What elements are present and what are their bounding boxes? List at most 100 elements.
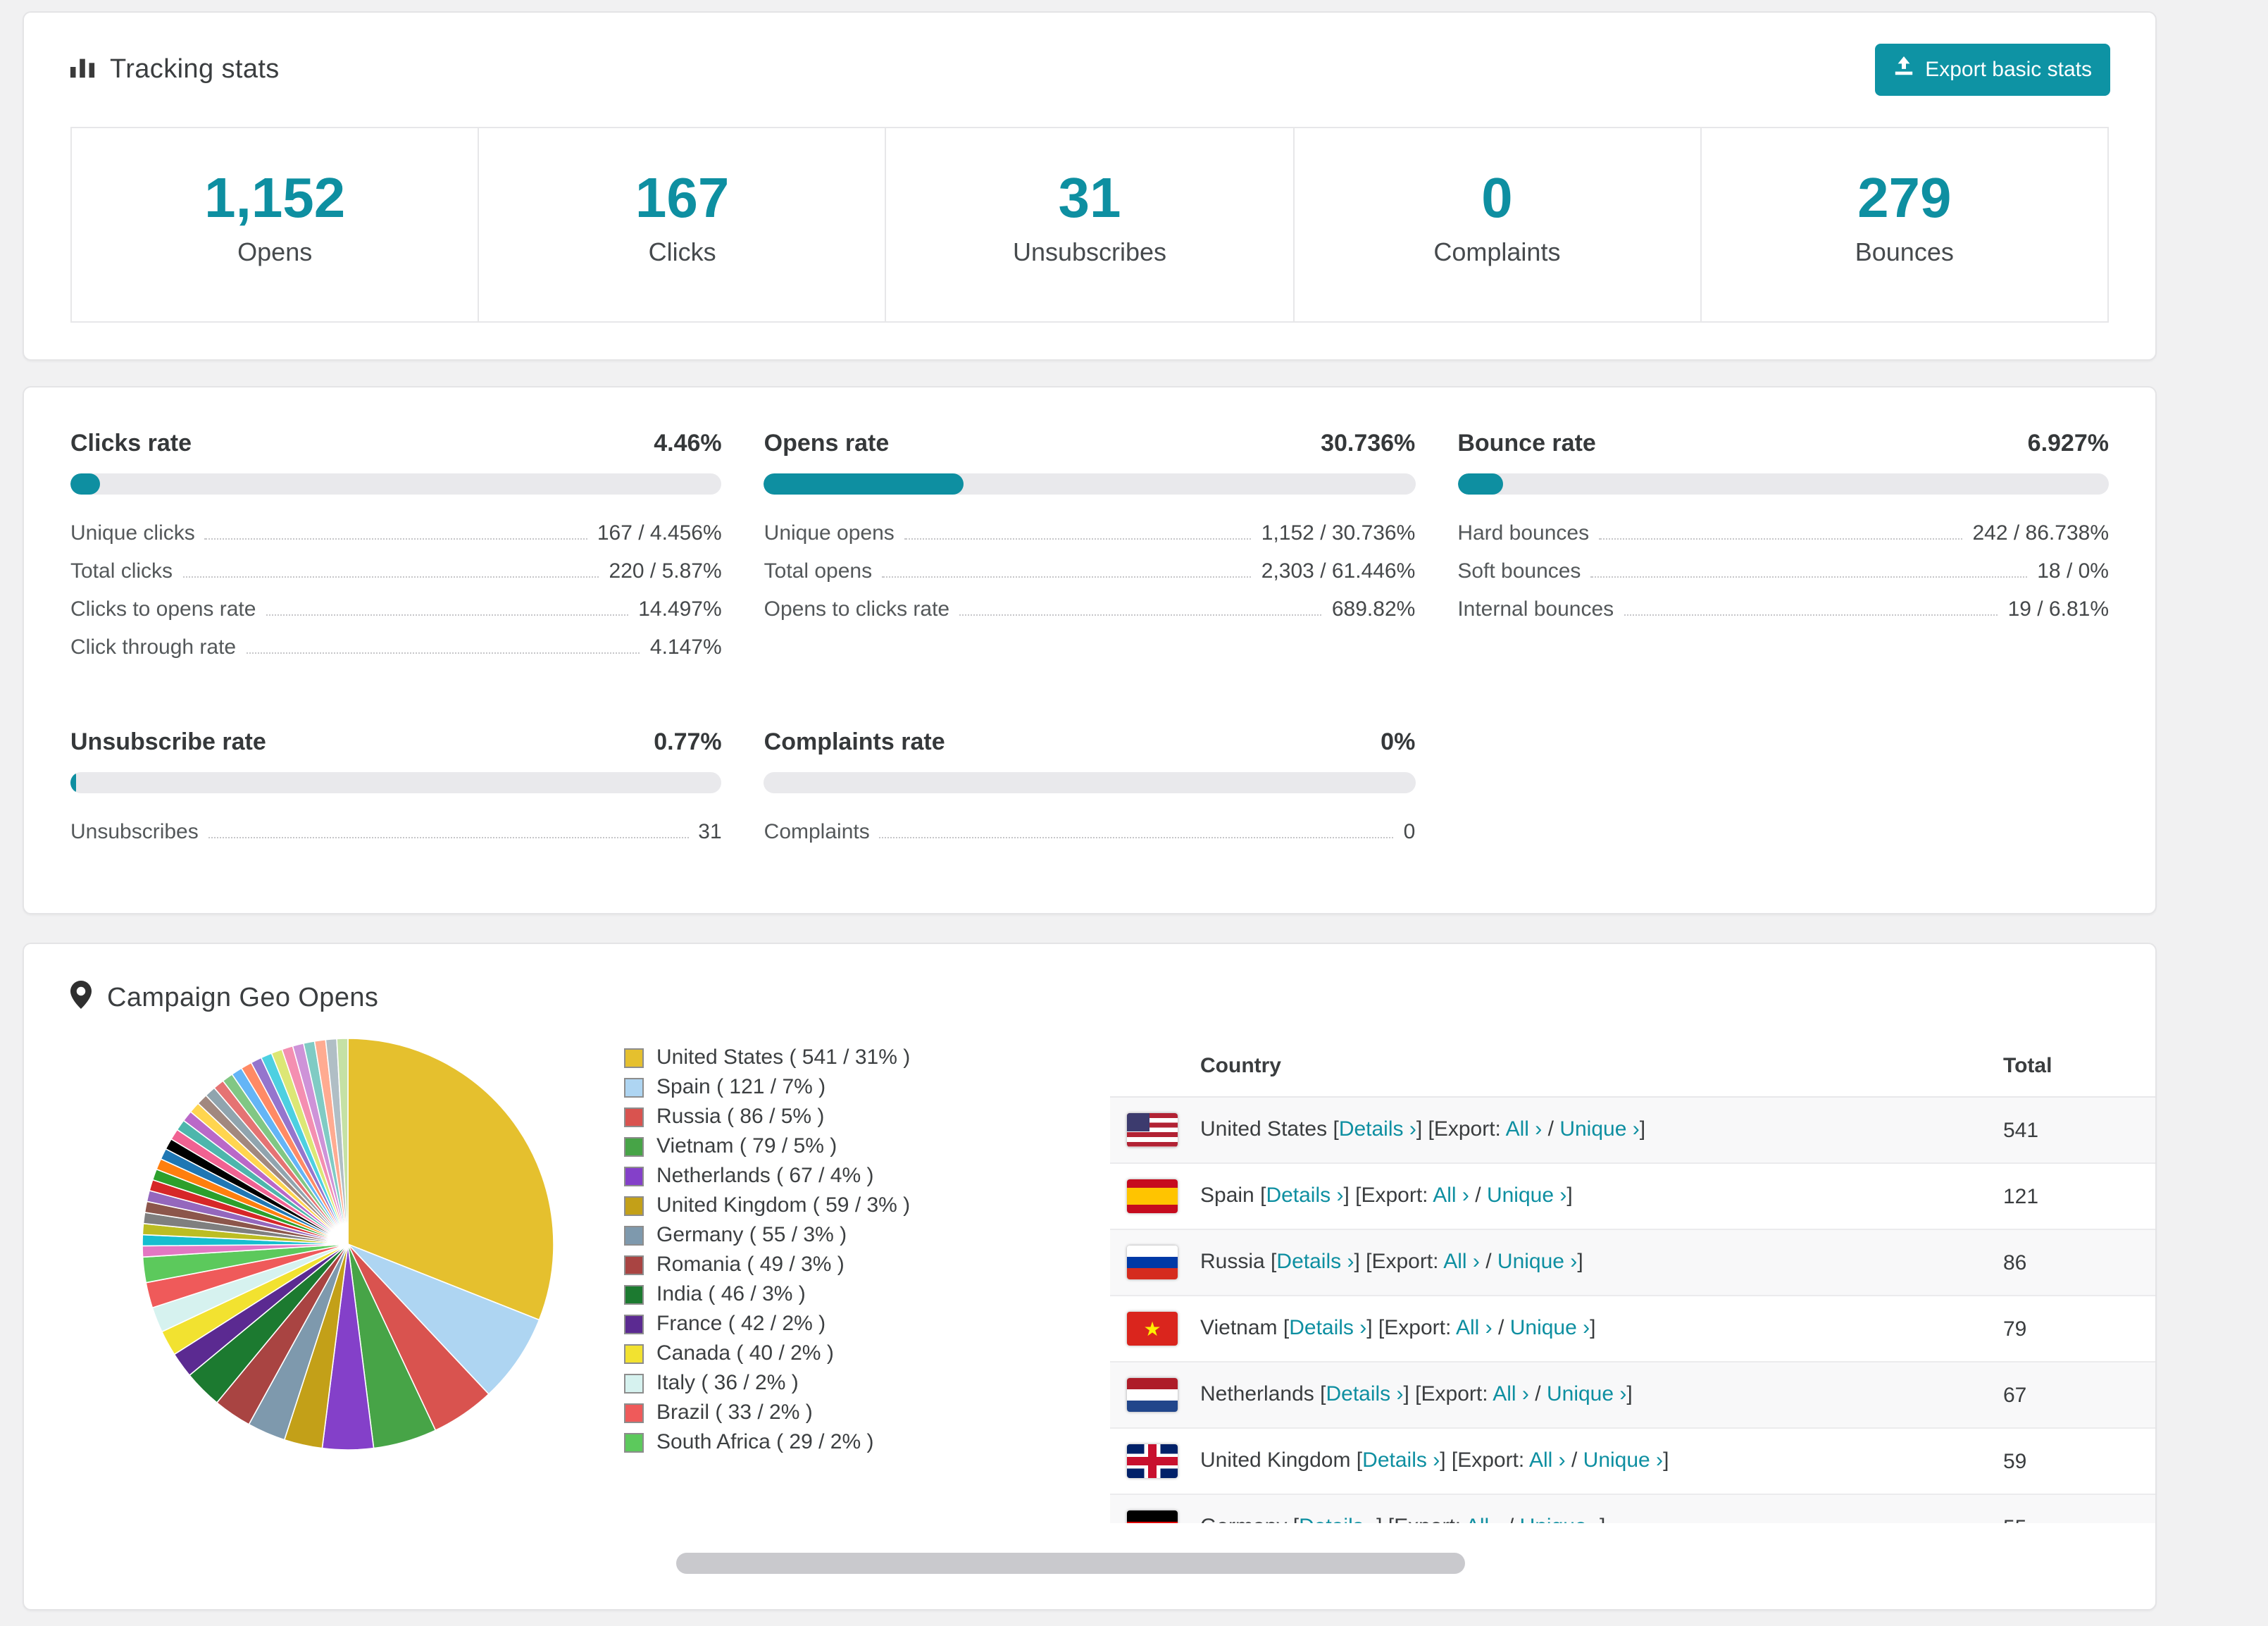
rate-progress-fill bbox=[1457, 473, 1503, 495]
rate-progress-track bbox=[764, 473, 1416, 495]
dotted-leader bbox=[1599, 538, 1963, 540]
rate-title: Clicks rate bbox=[70, 430, 192, 457]
export-all-link[interactable]: All › bbox=[1506, 1117, 1543, 1141]
legend-item: Canada ( 40 / 2% ) bbox=[624, 1343, 1110, 1364]
details-link[interactable]: Details › bbox=[1276, 1250, 1354, 1274]
stat-label: Bounces bbox=[1855, 238, 1954, 266]
stat-value: 19 / 6.81% bbox=[2007, 597, 2109, 621]
rate-stat-row: Clicks to opens rate 14.497% bbox=[70, 590, 722, 628]
dotted-leader bbox=[266, 614, 629, 616]
stat-value: 0 bbox=[1403, 820, 1416, 844]
pie-chart-legend: United States ( 541 / 31% ) Spain ( 121 /… bbox=[624, 1047, 1110, 1523]
export-all-link[interactable]: All › bbox=[1529, 1448, 1566, 1472]
details-link[interactable]: Details › bbox=[1362, 1448, 1440, 1472]
dotted-leader bbox=[959, 614, 1322, 616]
rate-stat-row: Unique clicks 167 / 4.456% bbox=[70, 514, 722, 552]
rate-block-complaints: Complaints rate 0% Complaints 0 bbox=[764, 728, 1416, 851]
rate-progress-fill bbox=[70, 473, 100, 495]
rate-stat-row: Unique opens 1,152 / 30.736% bbox=[764, 514, 1416, 552]
stat-label: Unsubscribes bbox=[1012, 238, 1167, 266]
rate-value: 4.46% bbox=[654, 430, 722, 457]
details-link[interactable]: Details › bbox=[1266, 1184, 1343, 1208]
dotted-leader bbox=[204, 538, 587, 540]
rate-stat-row: Click through rate 4.147% bbox=[70, 628, 722, 666]
stat-value: 167 / 4.456% bbox=[597, 521, 722, 545]
dotted-leader bbox=[182, 576, 599, 578]
rate-block-unsubscribe: Unsubscribe rate 0.77% Unsubscribes 31 bbox=[70, 728, 722, 851]
export-unique-link[interactable]: Unique › bbox=[1497, 1250, 1577, 1274]
export-basic-stats-button[interactable]: Export basic stats bbox=[1874, 44, 2110, 96]
rate-block-bounces: Bounce rate 6.927% Hard bounces 242 / 86.… bbox=[1457, 430, 2109, 666]
flag-es-icon bbox=[1127, 1179, 1178, 1213]
page-title: Tracking stats bbox=[110, 54, 280, 84]
export-all-link[interactable]: All › bbox=[1466, 1515, 1502, 1523]
export-all-link[interactable]: All › bbox=[1443, 1250, 1480, 1274]
export-unique-link[interactable]: Unique › bbox=[1559, 1117, 1639, 1141]
rate-progress-track bbox=[764, 772, 1416, 793]
country-name: Spain bbox=[1200, 1183, 1254, 1208]
export-unique-link[interactable]: Unique › bbox=[1547, 1382, 1626, 1406]
table-row: United States [Details ›] [Export: All ›… bbox=[1110, 1097, 2155, 1164]
stat-label: Click through rate bbox=[70, 635, 237, 659]
export-unique-link[interactable]: Unique › bbox=[1487, 1184, 1566, 1208]
dotted-leader bbox=[1590, 576, 2028, 578]
rate-title: Bounce rate bbox=[1457, 430, 1596, 457]
export-icon bbox=[1893, 56, 1914, 83]
details-link[interactable]: Details › bbox=[1289, 1316, 1366, 1340]
legend-item: United States ( 541 / 31% ) bbox=[624, 1047, 1110, 1068]
legend-label: Brazil ( 33 / 2% ) bbox=[656, 1401, 813, 1425]
stat-label: Opens to clicks rate bbox=[764, 597, 950, 621]
table-header-row: Country Total bbox=[1110, 1036, 2155, 1098]
stat-label: Total opens bbox=[764, 559, 873, 583]
export-unique-link[interactable]: Unique › bbox=[1520, 1515, 1600, 1523]
geo-section-title: Campaign Geo Opens bbox=[107, 983, 379, 1012]
legend-label: Spain ( 121 / 7% ) bbox=[656, 1075, 826, 1099]
flag-nl-icon bbox=[1127, 1378, 1178, 1412]
stat-label: Unique clicks bbox=[70, 521, 195, 545]
country-total: 67 bbox=[1986, 1362, 2155, 1429]
legend-item: Russia ( 86 / 5% ) bbox=[624, 1106, 1110, 1127]
legend-item: Brazil ( 33 / 2% ) bbox=[624, 1402, 1110, 1423]
legend-swatch bbox=[624, 1284, 644, 1304]
legend-label: United Kingdom ( 59 / 3% ) bbox=[656, 1193, 911, 1217]
stat-label: Hard bounces bbox=[1457, 521, 1590, 545]
legend-swatch bbox=[624, 1403, 644, 1422]
rate-title: Unsubscribe rate bbox=[70, 728, 266, 755]
stat-value: 31 bbox=[698, 820, 722, 844]
stat-value: 31 bbox=[1058, 168, 1121, 230]
campaign-geo-opens-card: Campaign Geo Opens United States ( 541 /… bbox=[23, 943, 2157, 1611]
geo-table-container: Country Total United States [Details ›] … bbox=[1110, 1036, 2155, 1523]
export-all-link[interactable]: All › bbox=[1493, 1382, 1529, 1406]
flag-de-icon bbox=[1127, 1510, 1178, 1523]
rate-progress-track bbox=[1457, 473, 2109, 495]
rates-card: Clicks rate 4.46% Unique clicks 167 / 4.4… bbox=[23, 386, 2157, 914]
stat-label: Unsubscribes bbox=[70, 820, 199, 844]
horizontal-scrollbar-thumb[interactable] bbox=[676, 1553, 1465, 1574]
tracking-stats-header: Tracking stats Export basic stats bbox=[46, 32, 2133, 96]
rate-stat-row: Total clicks 220 / 5.87% bbox=[70, 552, 722, 590]
country-total: 59 bbox=[1986, 1428, 2155, 1495]
table-row: Netherlands [Details ›] [Export: All › /… bbox=[1110, 1362, 2155, 1429]
legend-item: United Kingdom ( 59 / 3% ) bbox=[624, 1195, 1110, 1216]
country-name: United Kingdom bbox=[1200, 1448, 1351, 1472]
legend-swatch bbox=[624, 1373, 644, 1393]
details-link[interactable]: Details › bbox=[1299, 1515, 1376, 1523]
export-all-link[interactable]: All › bbox=[1456, 1316, 1493, 1340]
stat-label: Total clicks bbox=[70, 559, 173, 583]
export-unique-link[interactable]: Unique › bbox=[1583, 1448, 1663, 1472]
details-link[interactable]: Details › bbox=[1326, 1382, 1403, 1406]
legend-swatch bbox=[624, 1166, 644, 1186]
legend-label: India ( 46 / 3% ) bbox=[656, 1282, 806, 1306]
country-name: United States bbox=[1200, 1117, 1328, 1141]
legend-label: Romania ( 49 / 3% ) bbox=[656, 1253, 845, 1277]
legend-label: Italy ( 36 / 2% ) bbox=[656, 1371, 799, 1395]
rate-block-opens: Opens rate 30.736% Unique opens 1,152 / 3… bbox=[764, 430, 1416, 666]
legend-label: Germany ( 55 / 3% ) bbox=[656, 1223, 847, 1247]
stat-box-complaints: 0 Complaints bbox=[1292, 127, 1702, 323]
export-all-link[interactable]: All › bbox=[1433, 1184, 1469, 1208]
stat-label: Complaints bbox=[1433, 238, 1561, 266]
legend-label: Vietnam ( 79 / 5% ) bbox=[656, 1134, 837, 1158]
details-link[interactable]: Details › bbox=[1339, 1117, 1416, 1141]
export-unique-link[interactable]: Unique › bbox=[1510, 1316, 1590, 1340]
dotted-leader bbox=[882, 576, 1252, 578]
